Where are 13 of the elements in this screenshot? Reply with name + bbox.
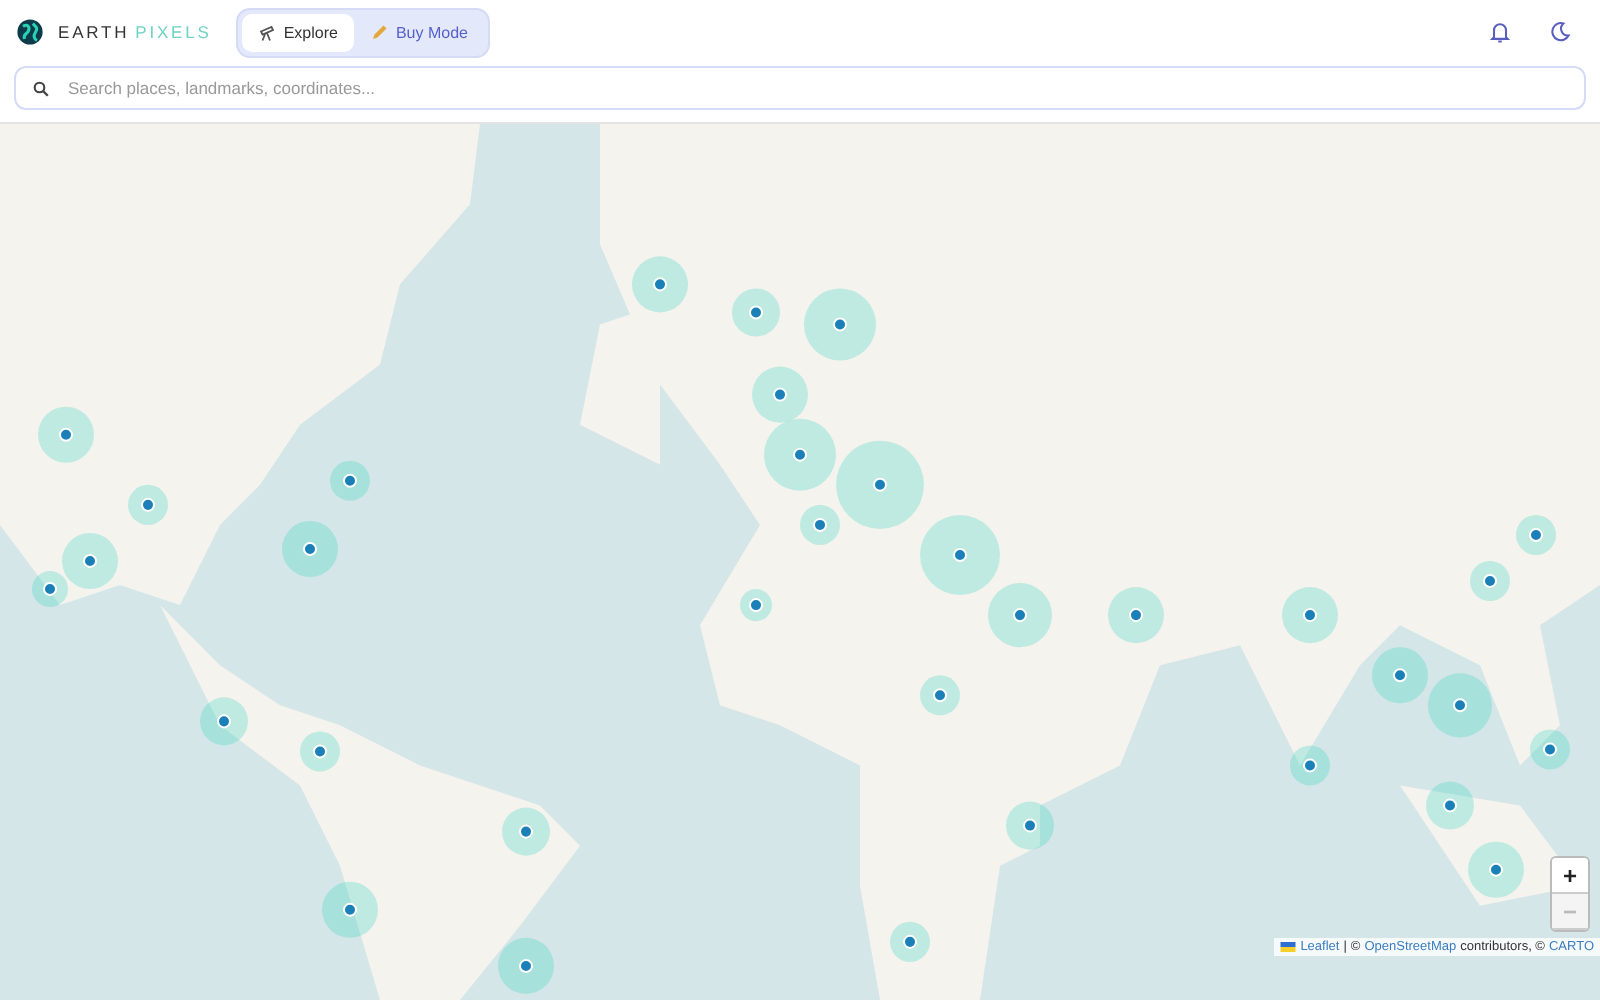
flag-icon (1280, 942, 1297, 952)
brand-name-suffix: PIXELS (135, 22, 212, 42)
mode-tab[interactable]: Buy Mode (353, 13, 484, 51)
moon-icon[interactable] (1548, 20, 1572, 44)
brand-name: EARTH (58, 22, 130, 42)
telescope-icon (257, 23, 276, 41)
bell-icon[interactable] (1488, 20, 1512, 44)
zoom-in-button[interactable]: + (1552, 858, 1588, 894)
search-field[interactable]: Search places, landmarks, coordinates... (14, 66, 1586, 110)
globe-logo-icon (16, 18, 44, 46)
pencil-icon (369, 23, 388, 41)
search-icon (32, 80, 50, 98)
mode-tab[interactable]: Explore (241, 13, 354, 51)
